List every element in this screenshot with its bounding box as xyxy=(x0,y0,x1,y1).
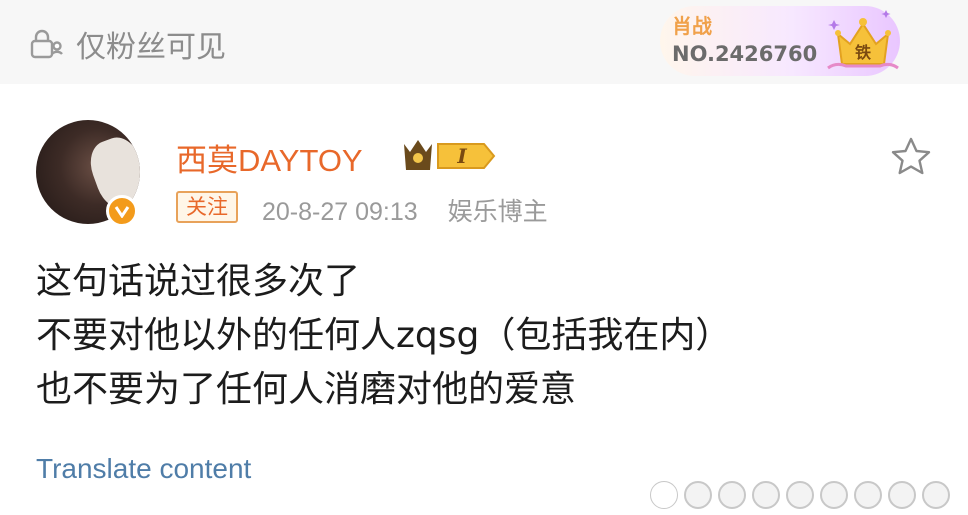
post-line: 也不要为了任何人消磨对他的爱意 xyxy=(36,369,577,410)
dot-icon xyxy=(718,481,746,509)
dot-icon xyxy=(684,481,712,509)
dot-icon xyxy=(888,481,916,509)
fan-level-char: 铁 xyxy=(855,43,871,62)
vip-level: I xyxy=(456,144,467,168)
fan-badge-number: NO.2426760 xyxy=(672,42,818,66)
crown-icon: 铁 xyxy=(826,6,900,72)
post-line: 不要对他以外的任何人zqsg（包括我在内） xyxy=(36,315,732,356)
post-content: 这句话说过很多次了 不要对他以外的任何人zqsg（包括我在内） 也不要为了任何人… xyxy=(36,255,731,417)
lock-person-icon xyxy=(30,29,64,59)
visibility-indicator: 仅粉丝可见 xyxy=(30,22,226,66)
post-meta: 20-8-27 09:13 娱乐博主 xyxy=(262,192,548,228)
vip-badge: I xyxy=(400,136,498,180)
dot-icon xyxy=(650,481,678,509)
visibility-label: 仅粉丝可见 xyxy=(76,30,226,65)
more-indicator[interactable] xyxy=(650,481,950,509)
dot-icon xyxy=(854,481,882,509)
dot-icon xyxy=(786,481,814,509)
fan-badge-name: 肖战 xyxy=(672,14,712,38)
dot-icon xyxy=(922,481,950,509)
star-icon[interactable] xyxy=(890,136,932,180)
dot-icon xyxy=(820,481,848,509)
username[interactable]: 西莫DAYTOY xyxy=(176,135,363,180)
dot-icon xyxy=(752,481,780,509)
post-line: 这句话说过很多次了 xyxy=(36,261,361,302)
verified-badge-icon xyxy=(106,195,138,227)
translate-link[interactable]: Translate content xyxy=(36,453,251,485)
follow-button[interactable]: 关注 xyxy=(176,191,238,223)
post-category: 娱乐博主 xyxy=(447,198,548,226)
post-timestamp: 20-8-27 09:13 xyxy=(262,198,418,226)
